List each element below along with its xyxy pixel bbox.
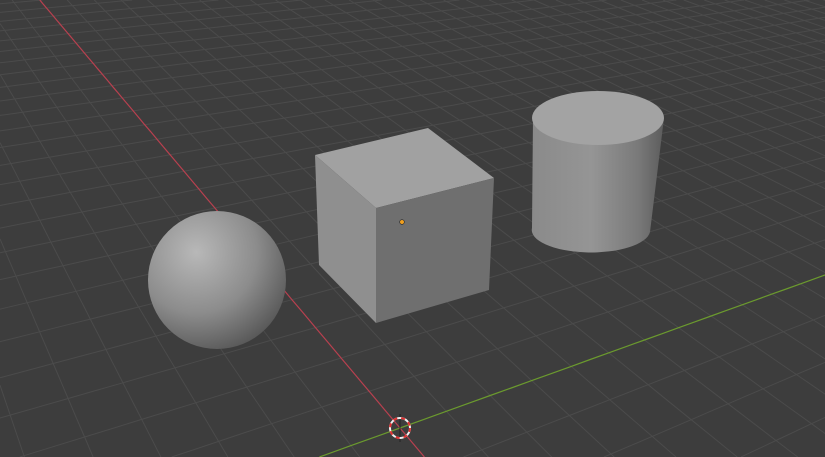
3d-viewport[interactable] [0,0,825,457]
object-origin-icon [399,219,405,225]
cube-object[interactable] [315,128,494,323]
3d-cursor-icon[interactable] [389,414,411,442]
sphere-object[interactable] [148,211,286,349]
cylinder-object[interactable] [531,91,664,253]
scene-objects [148,91,664,442]
